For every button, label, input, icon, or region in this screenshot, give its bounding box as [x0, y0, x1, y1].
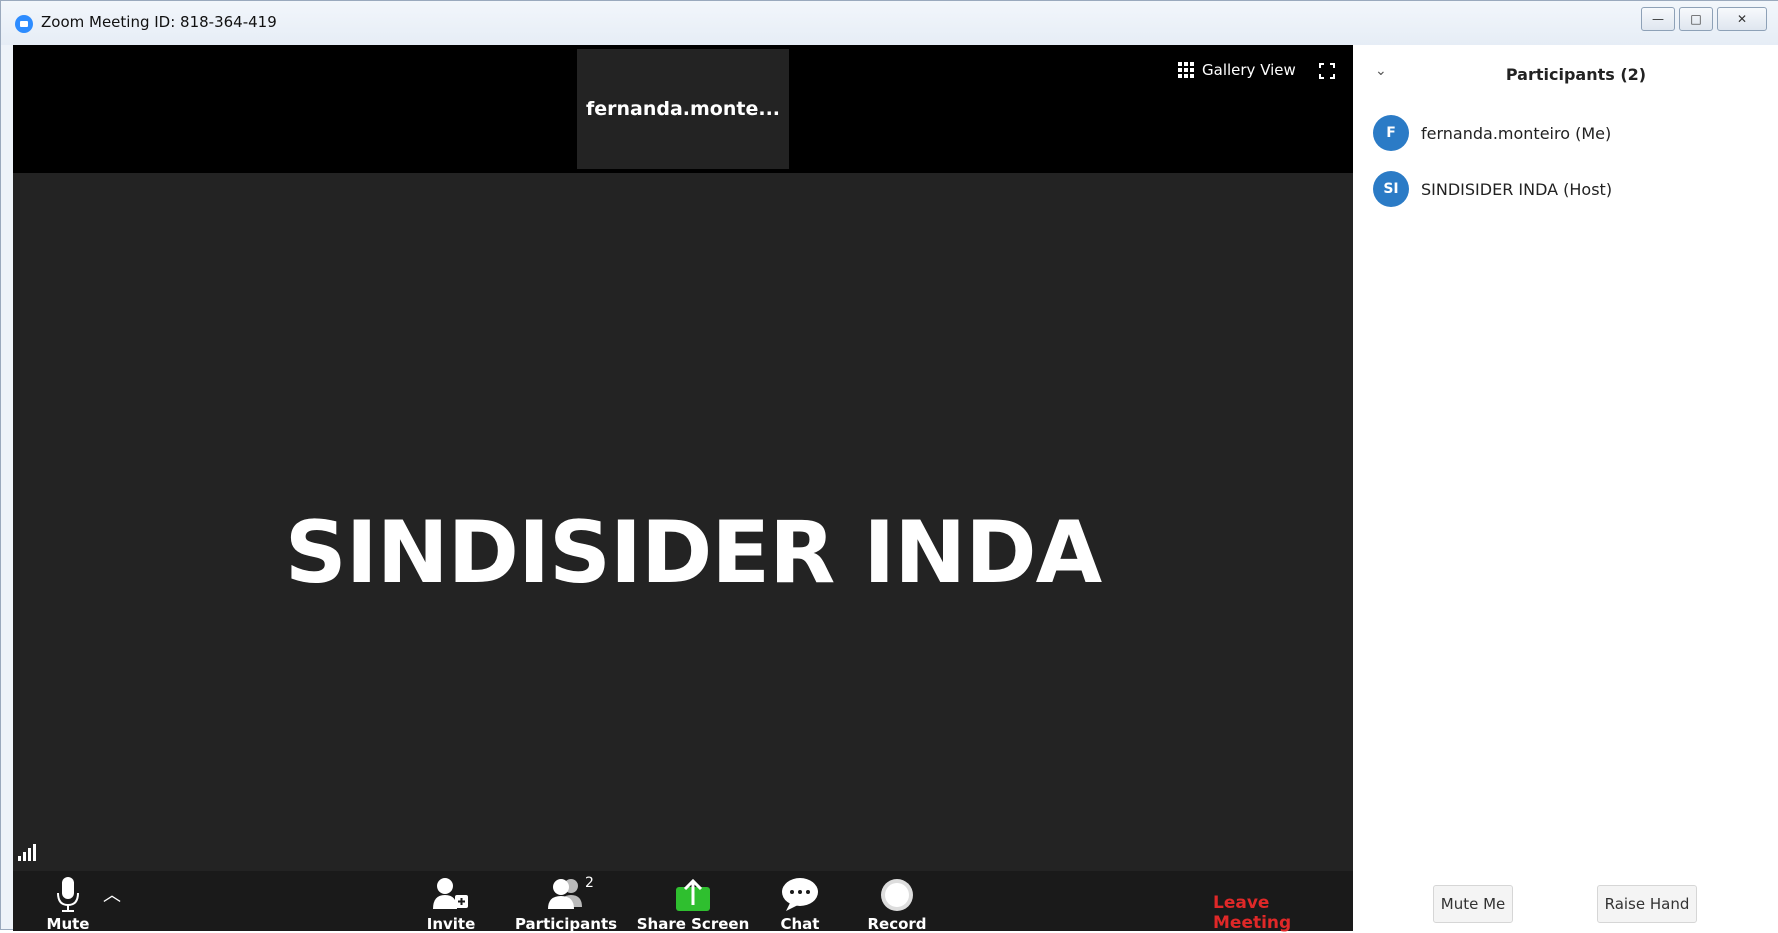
thumbnail-name: fernanda.monte... [585, 98, 781, 120]
avatar: SI [1373, 171, 1409, 207]
share-screen-button[interactable]: Share Screen [633, 871, 753, 933]
gallery-view-label: Gallery View [1202, 61, 1296, 79]
microphone-icon [57, 877, 79, 912]
participant-row[interactable]: F fernanda.monteiro (Me) [1373, 113, 1773, 153]
record-icon [881, 879, 913, 911]
maximize-button[interactable]: □ [1679, 7, 1713, 31]
participants-count-badge: 2 [585, 875, 594, 891]
chevron-up-icon[interactable]: ︿ [103, 881, 121, 907]
participant-thumbnail[interactable]: fernanda.monte... [577, 49, 789, 169]
thumbnail-strip: fernanda.monte... Gallery View [13, 45, 1353, 173]
share-screen-label: Share Screen [636, 915, 750, 933]
video-area: fernanda.monte... Gallery View SINDISIDE… [13, 45, 1353, 933]
window-title: Zoom Meeting ID: 818-364-419 [41, 13, 277, 31]
participant-row[interactable]: SI SINDISIDER INDA (Host) [1373, 169, 1773, 209]
invite-label: Invite [426, 915, 476, 933]
raise-hand-button[interactable]: Raise Hand [1597, 885, 1697, 923]
share-screen-icon [676, 878, 710, 911]
participants-panel: ⌄ Participants (2) F fernanda.monteiro (… [1353, 45, 1778, 931]
fullscreen-icon[interactable] [1319, 63, 1335, 79]
participants-icon [548, 879, 582, 909]
invite-button[interactable]: Invite [413, 871, 489, 933]
mute-label: Mute [46, 915, 90, 933]
record-button[interactable]: Record [857, 871, 937, 933]
avatar: F [1373, 115, 1409, 151]
grid-icon [1178, 62, 1194, 78]
zoom-window: Zoom Meeting ID: 818-364-419 — □ ✕ ferna… [0, 0, 1778, 933]
participant-name: SINDISIDER INDA (Host) [1421, 179, 1613, 199]
gallery-view-button[interactable]: Gallery View [1178, 61, 1296, 79]
mute-me-button[interactable]: Mute Me [1433, 885, 1513, 923]
title-bar: Zoom Meeting ID: 818-364-419 — □ ✕ [1, 1, 1778, 45]
invite-icon [433, 878, 468, 909]
active-speaker-name: SINDISIDER INDA [284, 503, 1102, 603]
participant-name: fernanda.monteiro (Me) [1421, 123, 1612, 143]
panel-title: Participants (2) [1505, 65, 1647, 84]
meeting-toolbar: Mute ︿ Invite 2 Participants Share Scree… [13, 871, 1353, 933]
chat-icon [782, 878, 818, 911]
leave-meeting-button[interactable]: Leave Meeting [1213, 893, 1353, 933]
close-button[interactable]: ✕ [1717, 7, 1767, 31]
minimize-button[interactable]: — [1641, 7, 1675, 31]
participants-button[interactable]: 2 Participants [511, 871, 621, 933]
chat-button[interactable]: Chat [765, 871, 835, 933]
participants-label: Participants [514, 915, 618, 933]
zoom-logo-icon [15, 15, 33, 33]
signal-strength-icon[interactable] [17, 842, 37, 862]
record-label: Record [867, 915, 927, 933]
mute-button[interactable]: Mute [33, 871, 103, 933]
chat-label: Chat [780, 915, 820, 933]
